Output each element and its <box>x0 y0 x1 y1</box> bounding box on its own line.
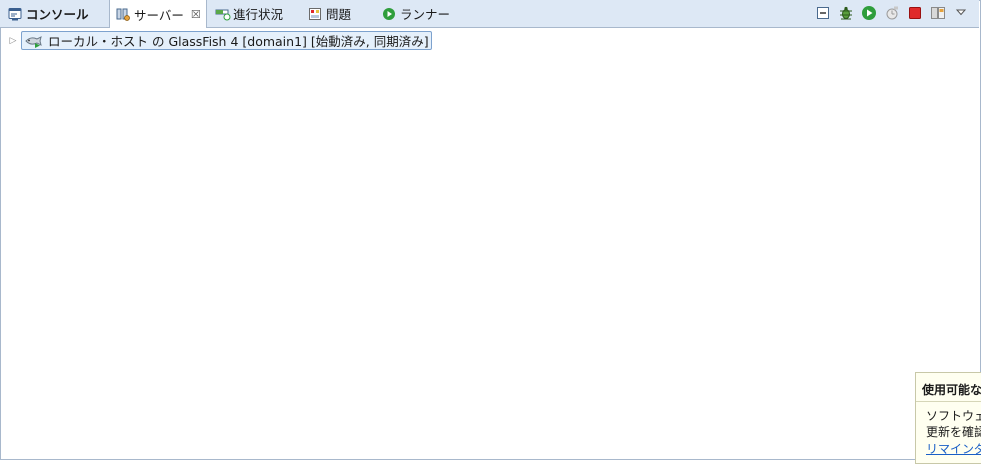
server-node-glassfish[interactable]: ローカル・ホスト の GlassFish 4 [domain1] [始動済み, … <box>21 31 432 50</box>
expand-icon[interactable]: ▷ <box>8 33 18 49</box>
server-tree: ▷ ローカル・ホスト の GlassFish 4 [domain1] [始動済み… <box>8 31 432 50</box>
close-tab-icon[interactable]: ☒ <box>191 8 201 21</box>
tab-runner-label: ランナー <box>400 7 451 22</box>
notification-line-2: 更新を確認 <box>926 425 981 439</box>
tab-progress-label: 進行状況 <box>233 7 284 22</box>
tab-servers[interactable]: サーバー ☒ <box>109 0 207 28</box>
stop-server-icon[interactable] <box>907 5 923 21</box>
notification-message: ソフトウェ 更新を確認 <box>916 402 981 440</box>
debug-icon[interactable] <box>838 5 854 21</box>
notification-line-1: ソフトウェ <box>926 409 981 423</box>
glassfish-server-icon <box>24 34 44 48</box>
tab-console-label: コンソール <box>26 7 89 22</box>
collapse-icon[interactable] <box>815 5 831 21</box>
servers-icon <box>116 7 130 21</box>
tab-problems[interactable]: 問題 <box>302 0 357 27</box>
update-notification-popup[interactable]: 使用可能な ソフトウェ 更新を確認 リマインダ <box>915 372 981 464</box>
view-toolbar <box>815 5 969 21</box>
servers-view-panel <box>0 0 981 460</box>
notification-title: 使用可能な <box>916 373 981 402</box>
publish-icon[interactable] <box>930 5 946 21</box>
tab-problems-label: 問題 <box>326 7 352 22</box>
tab-servers-label: サーバー <box>134 7 184 23</box>
progress-icon <box>215 7 231 21</box>
remind-link[interactable]: リマインダ <box>916 440 981 457</box>
tab-progress[interactable]: 進行状況 <box>209 0 289 27</box>
server-node-label: ローカル・ホスト の GlassFish 4 [domain1] [始動済み, … <box>48 34 429 49</box>
runner-icon <box>382 7 396 21</box>
tab-console[interactable]: コンソール <box>2 0 95 27</box>
tab-runner[interactable]: ランナー <box>376 0 456 27</box>
start-server-icon[interactable] <box>861 5 877 21</box>
problems-icon <box>308 7 322 21</box>
view-tab-bar: コンソール サーバー ☒ 進行状況 問題 ランナー <box>0 0 979 28</box>
console-icon <box>8 7 22 21</box>
view-menu-icon[interactable] <box>953 5 969 21</box>
profile-icon[interactable] <box>884 5 900 21</box>
